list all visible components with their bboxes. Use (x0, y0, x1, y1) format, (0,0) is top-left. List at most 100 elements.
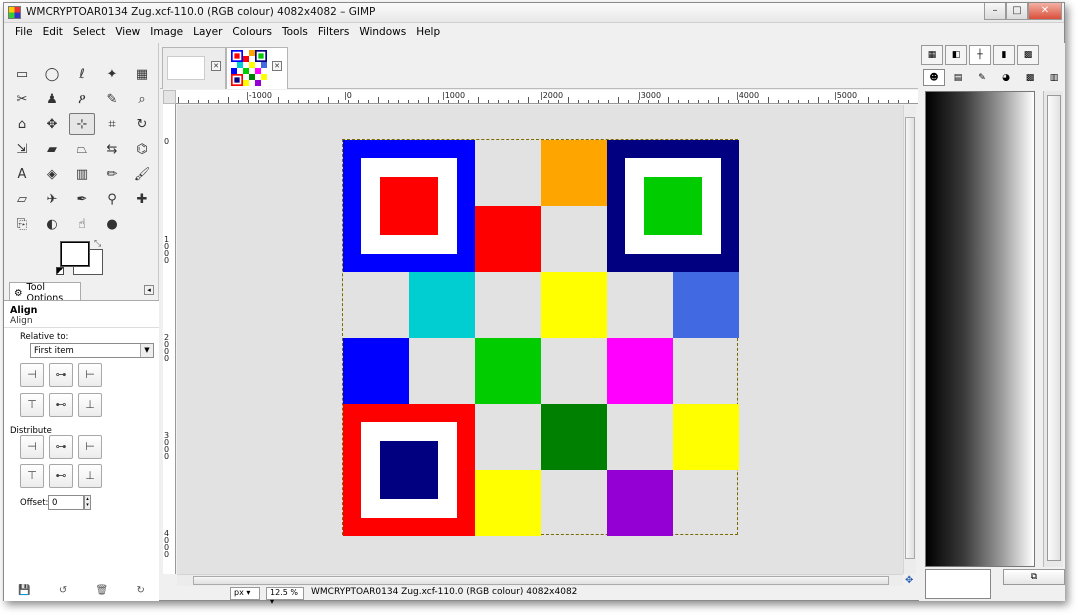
move-tool-icon[interactable]: ✥ (39, 113, 65, 135)
shear-tool-icon[interactable]: ▰ (39, 138, 65, 160)
text-tool-icon[interactable]: A (9, 163, 35, 185)
scroll-thumb[interactable] (1047, 95, 1061, 561)
close-button[interactable]: ✕ (1028, 3, 1062, 20)
perspective-clone-tool-icon[interactable]: ⎘ (9, 213, 35, 235)
color-picker-tool-icon[interactable]: ✎ (99, 88, 125, 110)
distribute-center-button[interactable]: ⊶ (49, 435, 73, 459)
free-select-tool-icon[interactable]: ℓ (69, 63, 95, 85)
align-tool-icon[interactable]: ⊹ (69, 113, 95, 135)
align-top-button[interactable]: ⊤ (20, 393, 44, 417)
measure-tool-icon[interactable]: ⌂ (9, 113, 35, 135)
align-right-button[interactable]: ⊢ (78, 363, 102, 387)
fuzzy-select-tool-icon[interactable]: ✦ (99, 63, 125, 85)
blend-tool-icon[interactable]: ▥ (69, 163, 95, 185)
dock-subtab[interactable]: ◕ (995, 69, 1017, 86)
align-bottom-button[interactable]: ⊥ (78, 393, 102, 417)
paths-tool-icon[interactable]: ዖ (69, 88, 95, 110)
swap-colors-icon[interactable]: ⤡ (94, 239, 101, 249)
dock-subtab[interactable]: ▤ (947, 69, 969, 86)
close-tab-icon[interactable]: ✕ (272, 61, 282, 71)
ruler-corner[interactable] (163, 90, 176, 104)
dock-tab[interactable]: ▮ (993, 45, 1015, 65)
scale-tool-icon[interactable]: ⇲ (9, 138, 35, 160)
menu-tools[interactable]: Tools (277, 24, 313, 42)
distribute-middle-button[interactable]: ⊷ (49, 464, 73, 488)
dock-tab[interactable]: ┼ (969, 45, 991, 65)
menu-edit[interactable]: Edit (38, 24, 68, 42)
menu-file[interactable]: File (10, 24, 38, 42)
menu-help[interactable]: Help (411, 24, 445, 42)
align-left-button[interactable]: ⊣ (20, 363, 44, 387)
delete-options-icon[interactable]: 🗑 (96, 585, 109, 599)
relative-to-select[interactable]: First item ▼ (30, 343, 154, 358)
menu-windows[interactable]: Windows (354, 24, 411, 42)
scroll-thumb[interactable] (193, 576, 889, 585)
save-options-icon[interactable]: 💾 (18, 585, 30, 599)
dock-tab[interactable]: ▦ (921, 45, 943, 65)
menu-select[interactable]: Select (68, 24, 110, 42)
panel-menu-icon[interactable]: ◂ (144, 285, 154, 295)
menu-image[interactable]: Image (145, 24, 188, 42)
select-by-color-tool-icon[interactable]: ▦ (129, 63, 155, 85)
cage-tool-icon[interactable]: ⌬ (129, 138, 155, 160)
crop-tool-icon[interactable]: ⌗ (99, 113, 125, 135)
dock-tab[interactable]: ▩ (1017, 45, 1039, 65)
maximize-button[interactable]: □ (1006, 3, 1028, 20)
airbrush-tool-icon[interactable]: ✈ (39, 188, 65, 210)
bucket-fill-tool-icon[interactable]: ◈ (39, 163, 65, 185)
offset-stepper[interactable]: ▴ ▾ (84, 495, 91, 510)
brush-preview[interactable] (925, 569, 991, 599)
heal-tool-icon[interactable]: ✚ (129, 188, 155, 210)
dodge-burn-tool-icon[interactable]: ● (99, 213, 125, 235)
gradient-preview[interactable] (925, 91, 1035, 567)
offset-input[interactable]: 0 (48, 495, 84, 510)
tab-wmcryptoar[interactable]: ✕ (226, 47, 288, 89)
restore-options-icon[interactable]: ↺ (59, 585, 67, 599)
align-middle-button[interactable]: ⊷ (49, 393, 73, 417)
dock-subtab[interactable]: ▩ (1019, 69, 1041, 86)
dock-subtab[interactable]: ☻ (923, 69, 945, 86)
clone-tool-icon[interactable]: ⚲ (99, 188, 125, 210)
tab-blank-image[interactable]: ✕ (162, 47, 226, 89)
horizontal-scrollbar[interactable] (177, 574, 903, 586)
foreground-color[interactable] (60, 241, 90, 267)
zoom-select[interactable]: 12.5 % ▾ (266, 587, 304, 606)
pencil-tool-icon[interactable]: ✏ (99, 163, 125, 185)
ellipse-select-tool-icon[interactable]: ◯ (39, 63, 65, 85)
dock-subtab[interactable]: ▥ (1043, 69, 1065, 86)
dock-tab[interactable]: ◧ (945, 45, 967, 65)
reset-colors-icon[interactable] (56, 267, 64, 275)
distribute-bottom-button[interactable]: ⊥ (78, 464, 102, 488)
rect-select-tool-icon[interactable]: ▭ (9, 63, 35, 85)
dock-subtab[interactable]: ✎ (971, 69, 993, 86)
perspective-tool-icon[interactable]: ⏢ (69, 138, 95, 160)
navigate-icon[interactable]: ✥ (905, 575, 913, 586)
close-tab-icon[interactable]: ✕ (211, 61, 221, 71)
ink-tool-icon[interactable]: ✒ (69, 188, 95, 210)
eraser-tool-icon[interactable]: ▱ (9, 188, 35, 210)
scroll-thumb[interactable] (905, 117, 915, 559)
menu-view[interactable]: View (110, 24, 145, 42)
unit-select[interactable]: px ▾ (230, 587, 260, 600)
image-canvas[interactable] (342, 139, 739, 536)
menu-layer[interactable]: Layer (188, 24, 227, 42)
menu-filters[interactable]: Filters (313, 24, 354, 42)
smudge-tool-icon[interactable]: ☝ (69, 213, 95, 235)
tab-tool-options[interactable]: ⚙ Tool Options (9, 282, 81, 304)
minimize-button[interactable]: – (984, 3, 1006, 20)
zoom-tool-icon[interactable]: ⌕ (129, 88, 155, 110)
foreground-select-tool-icon[interactable]: ♟ (39, 88, 65, 110)
canvas-area[interactable] (177, 105, 903, 574)
align-center-button[interactable]: ⊶ (49, 363, 73, 387)
dock-scrollbar[interactable] (1043, 91, 1063, 567)
vertical-scrollbar[interactable] (903, 105, 916, 574)
menu-colours[interactable]: Colours (227, 24, 277, 42)
blur-tool-icon[interactable]: ◐ (39, 213, 65, 235)
paintbrush-tool-icon[interactable]: 🖌 (129, 163, 155, 185)
rotate-tool-icon[interactable]: ↻ (129, 113, 155, 135)
scissors-select-tool-icon[interactable]: ✂ (9, 88, 35, 110)
distribute-top-button[interactable]: ⊤ (20, 464, 44, 488)
distribute-right-button[interactable]: ⊢ (78, 435, 102, 459)
flip-tool-icon[interactable]: ⇆ (99, 138, 125, 160)
reset-options-icon[interactable]: ↻ (136, 585, 144, 599)
